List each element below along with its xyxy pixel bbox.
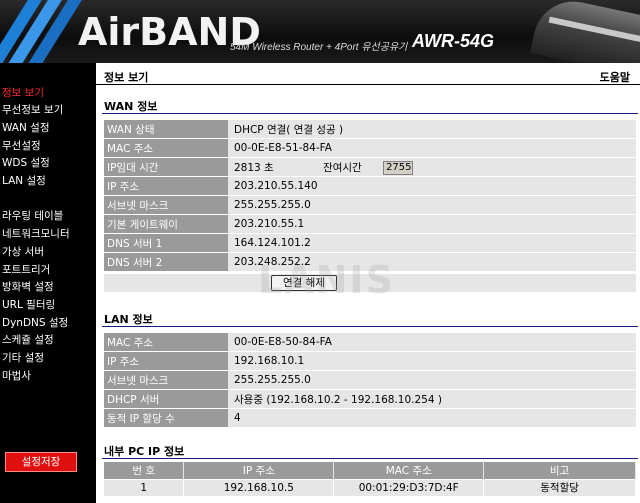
row-value: 00-0E-E8-51-84-FA [228,139,636,157]
table-row: 1 192.168.10.5 00:01:29:D3:7D:4F 동적할당 [104,478,636,496]
pc-section-title: 내부 PC IP 정보 [104,445,185,458]
section-divider [102,458,638,459]
row-value: 4 [228,409,636,427]
sidebar-item-status[interactable]: 정보 보기 [2,86,44,100]
sidebar-item-wan[interactable]: WAN 설정 [2,121,50,135]
row-label: IP 주소 [104,177,228,195]
sidebar-item-url-filter[interactable]: URL 필터링 [2,298,55,312]
lease-time-cell: 2813 초 잔여시간 2755 [228,158,636,176]
pc-ip-table: 번 호 IP 주소 MAC 주소 비고 1 192.168.10.5 00:01… [104,462,636,496]
table-row: MAC 주소 00-0E-E8-51-84-FA [104,139,636,157]
row-value: 255.255.255.0 [228,371,636,389]
table-row: 동적 IP 할당 수 4 [104,409,636,427]
row-value: 164.124.101.2 [228,234,636,252]
row-label: DHCP 서버 [104,390,228,408]
lan-section-title: LAN 정보 [104,313,153,326]
product-tagline: 54M Wireless Router + 4Port 유선공유기 [230,42,408,53]
sidebar-item-wizard[interactable]: 마법사 [2,369,31,383]
row-value: 192.168.10.1 [228,352,636,370]
row-label: DNS 서버 2 [104,253,228,271]
table-cell: 00:01:29:D3:7D:4F [333,478,485,496]
table-cell: 동적할당 [483,478,636,496]
row-value: 203.210.55.1 [228,215,636,233]
sidebar-item-firewall[interactable]: 방화벽 설정 [2,280,54,294]
sidebar-item-wireless-status[interactable]: 무선정보 보기 [2,103,63,117]
sidebar-item-routing[interactable]: 라우팅 테이블 [2,209,63,223]
column-header: 비고 [483,462,636,479]
row-value: DHCP 연결( 연결 성공 ) [228,120,636,138]
sidebar-item-network-monitor[interactable]: 네트워크모니터 [2,227,70,241]
table-row: 서브넷 마스크 255.255.255.0 [104,371,636,389]
sidebar-item-misc[interactable]: 기타 설정 [2,351,44,365]
table-row: IP 주소 203.210.55.140 [104,177,636,195]
row-label: IP 주소 [104,352,228,370]
row-value: 203.210.55.140 [228,177,636,195]
main-content: 정보 보기 도움말 WAN 정보 WAN 상태 DHCP 연결( 연결 성공 )… [96,63,640,503]
row-label: 서브넷 마스크 [104,371,228,389]
row-value: 00-0E-E8-50-84-FA [228,333,636,351]
lease-time-value: 2813 초 [234,161,274,174]
sidebar-item-virtual-server[interactable]: 가상 서버 [2,245,44,259]
wan-info-table: WAN 상태 DHCP 연결( 연결 성공 ) MAC 주소 00-0E-E8-… [104,119,636,272]
column-header: IP 주소 [183,462,335,479]
wan-section-title: WAN 정보 [104,100,158,113]
table-cell: 192.168.10.5 [183,478,335,496]
column-header: 번 호 [104,462,185,479]
model-name: AWR-54G [412,31,495,51]
row-label: IP임대 시간 [104,158,228,176]
header-banner: AirBAND 54M Wireless Router + 4Port 유선공유… [0,0,640,63]
sidebar-item-wireless[interactable]: 무선설정 [2,139,41,153]
table-row: IP임대 시간 2813 초 잔여시간 2755 [104,158,636,176]
table-row: WAN 상태 DHCP 연결( 연결 성공 ) [104,120,636,138]
row-label: DNS 서버 1 [104,234,228,252]
page-title: 정보 보기 [104,71,149,84]
sidebar-item-lan[interactable]: LAN 설정 [2,174,46,188]
help-link[interactable]: 도움말 [600,69,630,85]
sidebar-item-wds[interactable]: WDS 설정 [2,156,50,170]
table-row: 기본 게이트웨이 203.210.55.1 [104,215,636,233]
row-label: MAC 주소 [104,139,228,157]
remaining-time-label: 잔여시간 [323,161,362,174]
section-divider [102,326,638,327]
sidebar-item-port-trigger[interactable]: 포트트리거 [2,263,50,277]
table-row: 서브넷 마스크 255.255.255.0 [104,196,636,214]
watermark: LANIS [258,258,395,302]
page-header: 정보 보기 도움말 [96,63,640,85]
row-label: 서브넷 마스크 [104,196,228,214]
section-divider [102,113,638,114]
sidebar-item-schedule[interactable]: 스케쥴 설정 [2,333,54,347]
column-header: MAC 주소 [333,462,485,479]
sidebar-menu: 정보 보기 무선정보 보기 WAN 설정 무선설정 WDS 설정 LAN 설정 … [0,63,96,503]
save-settings-button[interactable]: 설정저장 [5,452,77,472]
table-row: IP 주소 192.168.10.1 [104,352,636,370]
row-label: 기본 게이트웨이 [104,215,228,233]
table-row: MAC 주소 00-0E-E8-50-84-FA [104,333,636,351]
lan-info-table: MAC 주소 00-0E-E8-50-84-FA IP 주소 192.168.1… [104,332,636,428]
row-label: 동적 IP 할당 수 [104,409,228,427]
row-value: 사용중 (192.168.10.2 - 192.168.10.254 ) [228,390,636,408]
table-row: DNS 서버 1 164.124.101.2 [104,234,636,252]
row-value: 255.255.255.0 [228,196,636,214]
table-header-row: 번 호 IP 주소 MAC 주소 비고 [104,462,636,479]
table-row: DHCP 서버 사용중 (192.168.10.2 - 192.168.10.2… [104,390,636,408]
remaining-time-field: 2755 [383,160,414,175]
sidebar-item-dyndns[interactable]: DynDNS 설정 [2,316,68,330]
row-label: WAN 상태 [104,120,228,138]
table-cell: 1 [104,478,185,496]
row-label: MAC 주소 [104,333,228,351]
